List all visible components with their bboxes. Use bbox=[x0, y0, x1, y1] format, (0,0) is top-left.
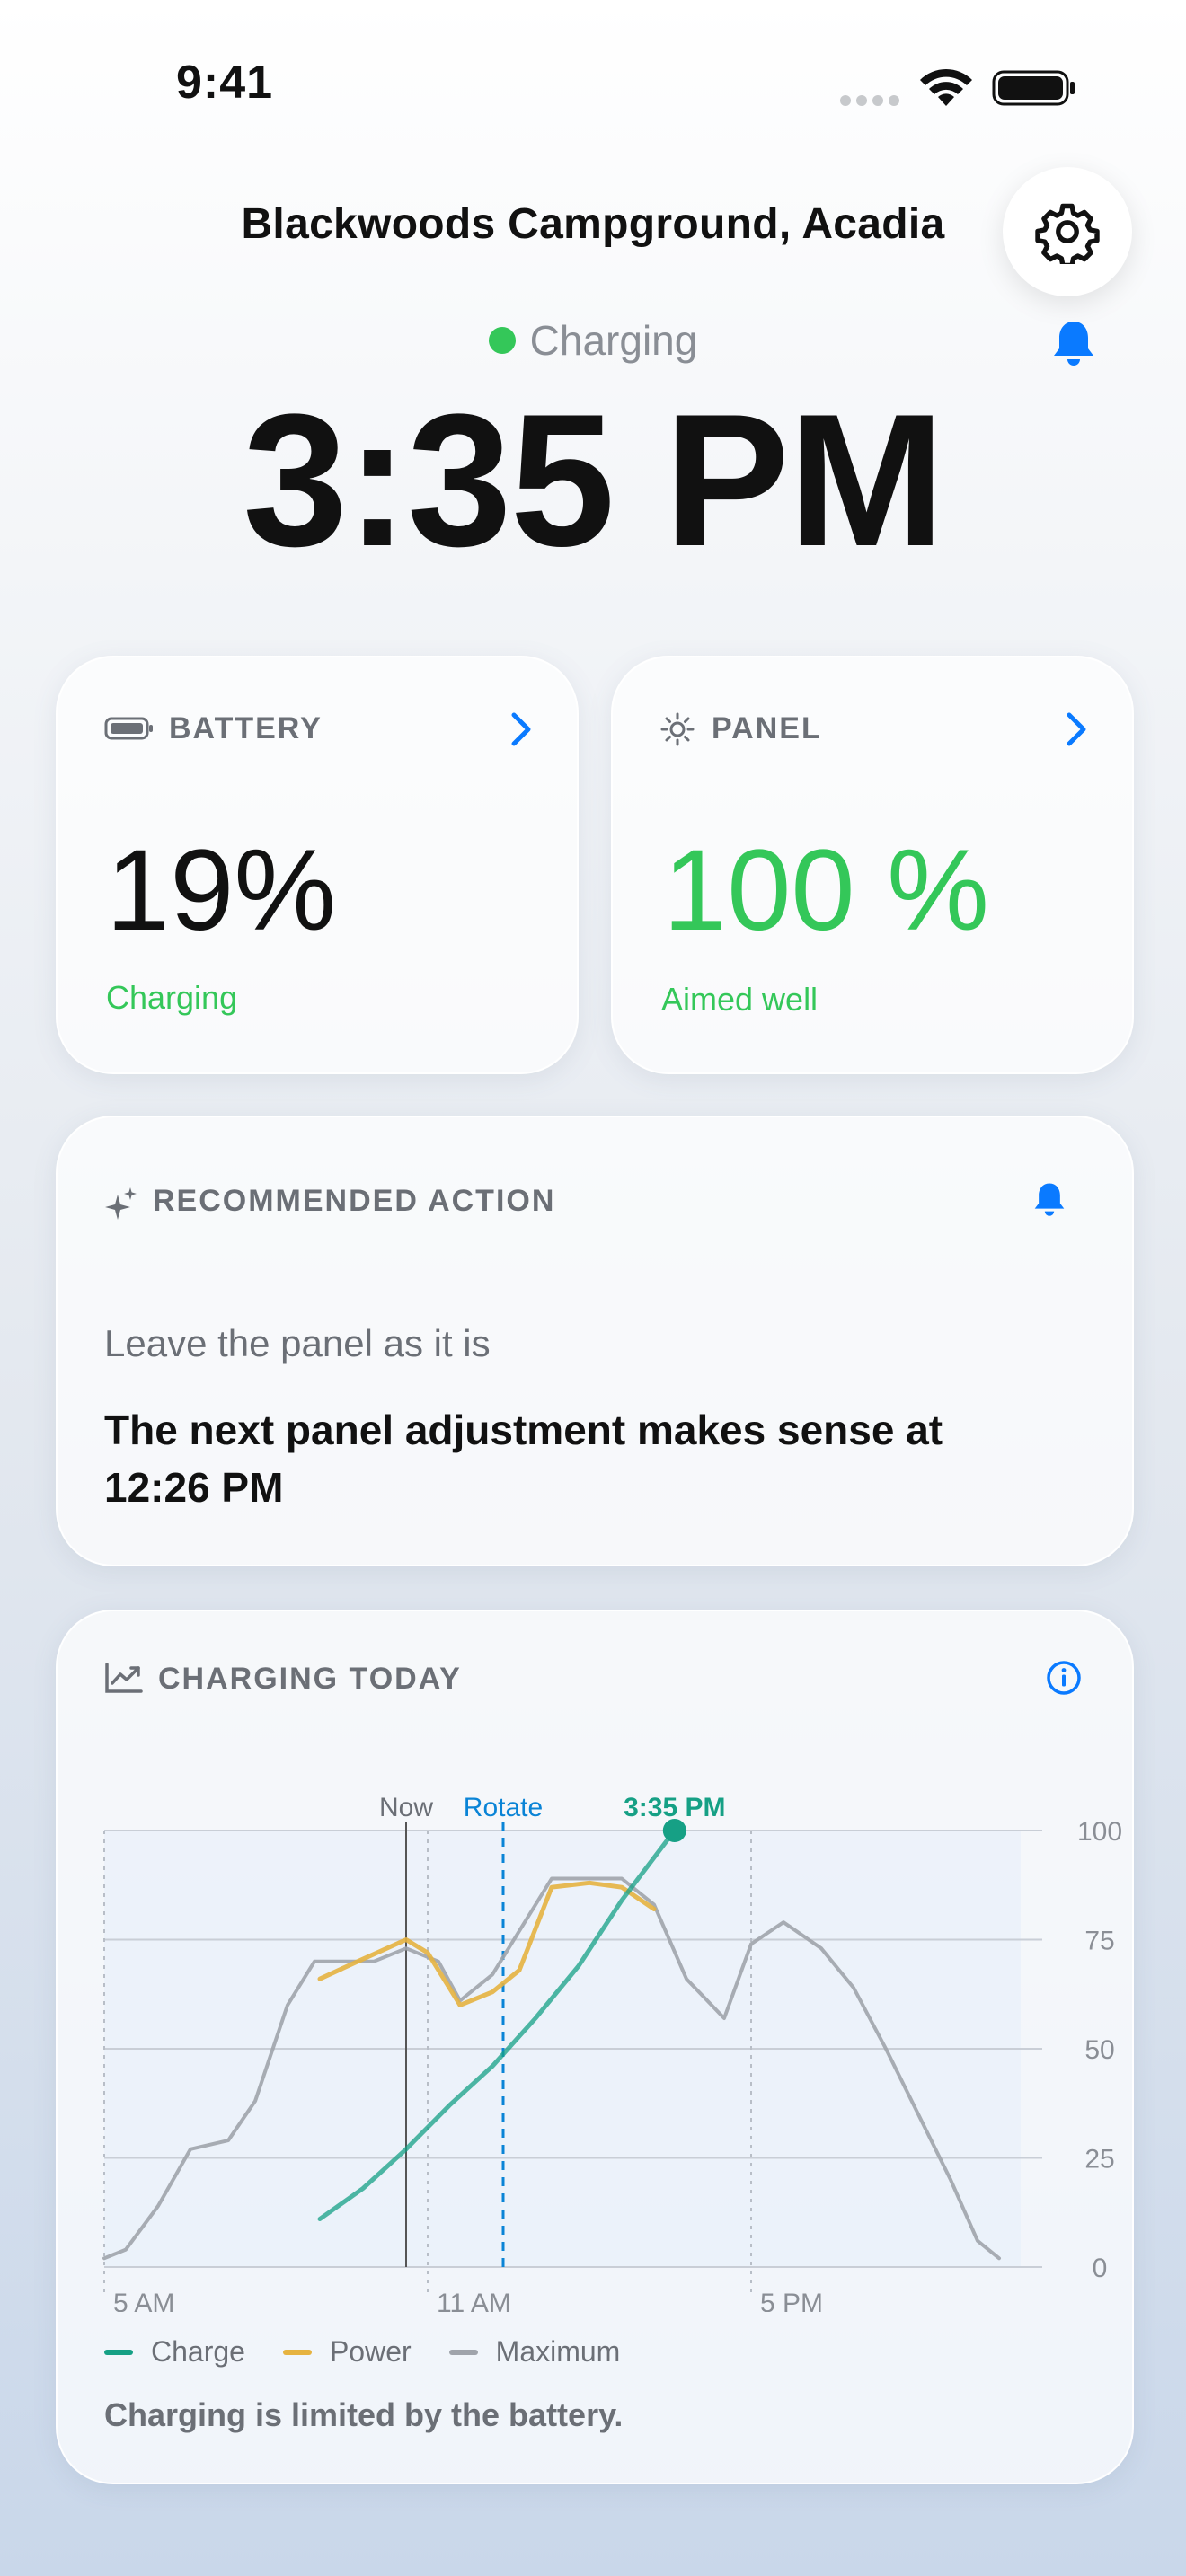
charging-status: Charging bbox=[0, 316, 1186, 365]
x-tick-label: 5 PM bbox=[760, 2289, 823, 2312]
y-tick-label: 0 bbox=[1093, 2254, 1108, 2283]
sparkle-icon bbox=[105, 1187, 137, 1220]
bell-icon[interactable] bbox=[1031, 1180, 1067, 1220]
cellular-signal-icon bbox=[840, 95, 899, 106]
recommended-label: RECOMMENDED ACTION bbox=[153, 1184, 556, 1218]
recommendation-text: Leave the panel as it is bbox=[104, 1322, 491, 1364]
status-dot bbox=[488, 326, 516, 354]
battery-label: BATTERY bbox=[169, 711, 323, 745]
next-adjustment-time: 12:26 PM bbox=[104, 1464, 284, 1511]
bell-icon[interactable] bbox=[1049, 318, 1098, 370]
legend-swatch bbox=[104, 2349, 133, 2355]
next-adjustment-text: The next panel adjustment makes sense at… bbox=[104, 1401, 943, 1516]
y-tick-label: 75 bbox=[1084, 1927, 1114, 1956]
settings-button[interactable] bbox=[1003, 167, 1132, 296]
y-tick-label: 100 bbox=[1077, 1817, 1122, 1847]
next-adjustment-line1: The next panel adjustment makes sense at bbox=[104, 1407, 943, 1453]
panel-status: Aimed well bbox=[661, 981, 819, 1018]
legend-item-power: Power bbox=[282, 2335, 412, 2369]
chevron-right-icon bbox=[1067, 712, 1086, 746]
y-tick-label: 50 bbox=[1084, 2035, 1114, 2065]
chevron-right-icon bbox=[511, 712, 531, 746]
charging-footer-text: Charging is limited by the battery. bbox=[104, 2396, 624, 2433]
status-bar-time: 9:41 bbox=[176, 57, 274, 109]
x-tick-label: 11 AM bbox=[437, 2289, 511, 2312]
status-text: Charging bbox=[529, 317, 698, 364]
battery-card[interactable]: BATTERY 19% Charging bbox=[56, 656, 579, 1074]
recommended-action-card: RECOMMENDED ACTION Leave the panel as it… bbox=[56, 1116, 1134, 1566]
panel-card[interactable]: PANEL 100 % Aimed well bbox=[611, 656, 1134, 1074]
charging-today-card: CHARGING TODAY 0 25 50 75 100 5 AM 11 AM 5 PM No… bbox=[56, 1610, 1134, 2484]
legend-item-charge: Charge bbox=[104, 2335, 245, 2369]
battery-value: 19% bbox=[106, 826, 337, 955]
wifi-icon bbox=[920, 68, 972, 106]
battery-icon bbox=[104, 717, 153, 740]
legend-label: Charge bbox=[151, 2335, 245, 2368]
legend-item-maximum: Maximum bbox=[448, 2335, 621, 2369]
y-tick-label: 25 bbox=[1084, 2145, 1114, 2175]
legend-swatch bbox=[282, 2349, 312, 2355]
legend-swatch bbox=[448, 2349, 478, 2355]
x-tick-label: 5 AM bbox=[113, 2289, 174, 2312]
now-marker-label: Now bbox=[379, 1793, 433, 1822]
legend-label: Power bbox=[329, 2335, 412, 2368]
legend-label: Maximum bbox=[495, 2335, 621, 2368]
chart-legend: Charge Power Maximum bbox=[104, 2335, 658, 2369]
gear-icon bbox=[1035, 203, 1100, 264]
battery-status: Charging bbox=[106, 979, 238, 1016]
charging-chart: 0 25 50 75 100 5 AM 11 AM 5 PM Now Rotate 3:35 PM bbox=[102, 1793, 1122, 2312]
status-battery-icon bbox=[992, 70, 1075, 106]
panel-label: PANEL bbox=[712, 711, 822, 745]
current-time: 3:35 PM bbox=[243, 375, 945, 586]
sun-icon bbox=[660, 712, 695, 746]
rotate-marker-label: Rotate bbox=[464, 1793, 543, 1822]
current-point-label: 3:35 PM bbox=[624, 1793, 725, 1822]
panel-value: 100 % bbox=[663, 826, 989, 955]
